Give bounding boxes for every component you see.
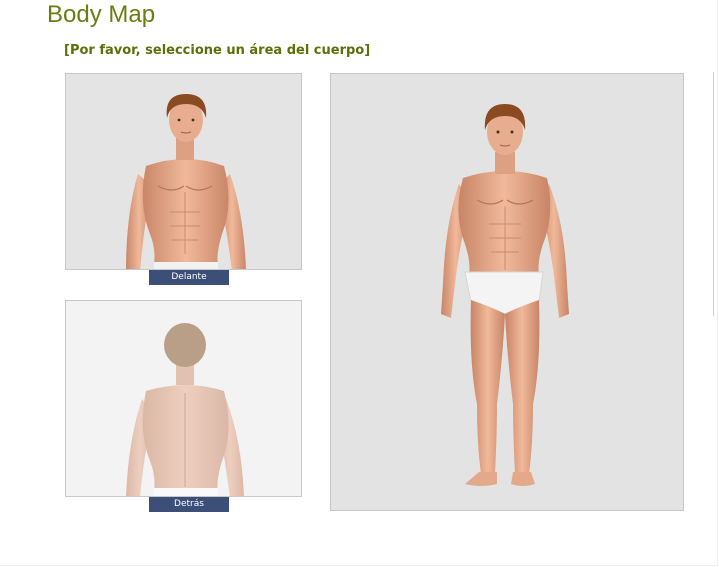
page-title: Body Map: [47, 1, 156, 28]
back-view-thumbnail[interactable]: [65, 300, 302, 497]
instruction-text: [Por favor, seleccione un área del cuerp…: [64, 43, 371, 58]
right-leg: [505, 300, 540, 474]
front-torso-figure: [126, 94, 246, 269]
full-body-figure: [441, 104, 569, 486]
back-view-button[interactable]: Detrás: [149, 497, 229, 512]
body-map-canvas[interactable]: [330, 73, 684, 511]
front-view-thumbnail[interactable]: [65, 73, 302, 270]
front-view-button[interactable]: Delante: [149, 270, 229, 285]
back-torso-figure: [126, 323, 244, 496]
side-panel-edge: [713, 72, 719, 316]
left-leg: [470, 300, 505, 474]
